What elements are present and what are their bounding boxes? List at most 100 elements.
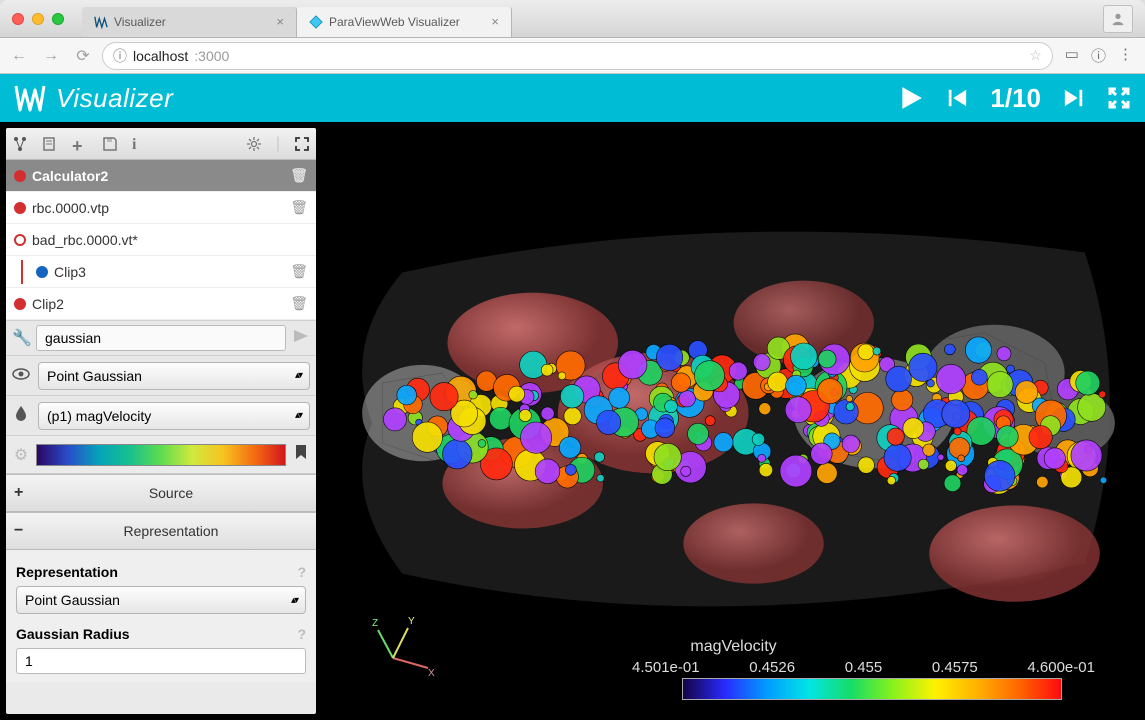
files-icon[interactable] [42, 136, 58, 152]
visibility-dot-icon[interactable] [36, 266, 48, 278]
main-area: + i | Calculator2 🗑 rbc.0000.vtp [0, 122, 1145, 720]
minimize-window-button[interactable] [32, 13, 44, 25]
help-icon[interactable]: ? [297, 564, 306, 580]
reload-button[interactable]: ⟳ [70, 43, 96, 69]
save-icon[interactable] [102, 136, 118, 152]
browser-tabs: Visualizer × ParaViewWeb Visualizer × [82, 7, 512, 37]
caret-icon: ▴▾ [295, 370, 301, 381]
star-icon[interactable]: ☆ [1029, 47, 1042, 64]
visibility-dot-icon[interactable] [14, 202, 26, 214]
pipeline-item-label: Clip3 [54, 264, 86, 280]
visibility-dot-icon[interactable] [14, 170, 26, 182]
url-bar[interactable]: ⓘ localhost :3000 ☆ [102, 42, 1053, 70]
colorbar [682, 678, 1062, 700]
play-icon [898, 85, 924, 111]
pipeline-item[interactable]: rbc.0000.vtp 🗑 [6, 192, 316, 224]
play-button[interactable] [898, 85, 924, 111]
pipeline-icon[interactable] [12, 136, 28, 152]
apply-icon[interactable] [292, 328, 310, 349]
skip-next-icon [1063, 87, 1085, 109]
trash-icon[interactable]: 🗑 [290, 295, 308, 312]
trash-icon[interactable]: 🗑 [290, 263, 308, 280]
visibility-dot-icon[interactable] [14, 234, 26, 246]
expand-toggle-icon: + [14, 484, 34, 502]
droplet-icon[interactable] [12, 405, 30, 426]
bookmark-icon[interactable] [292, 444, 310, 465]
select-value: (p1) magVelocity [47, 408, 151, 424]
account-button[interactable] [1103, 5, 1133, 33]
trash-icon[interactable]: 🗑 [290, 199, 308, 216]
wrench-icon: 🔧 [12, 328, 30, 348]
traffic-lights [12, 13, 64, 25]
view-mode-select[interactable]: Point Gaussian ▴▾ [38, 362, 310, 390]
settings-icon[interactable] [246, 136, 262, 152]
color-array-select[interactable]: (p1) magVelocity ▴▾ [38, 402, 310, 430]
url-port: :3000 [194, 48, 229, 64]
section-title: Representation [34, 523, 308, 539]
pipeline-item[interactable]: Calculator2 🗑 [6, 160, 316, 192]
select-value: Point Gaussian [25, 592, 120, 608]
tab-title: ParaViewWeb Visualizer [329, 15, 460, 29]
app-logo: Visualizer [14, 83, 173, 114]
pipeline-item-label: bad_rbc.0000.vt* [32, 232, 138, 248]
representation-select[interactable]: Point Gaussian ▴▾ [16, 586, 306, 614]
filter-row: 🔧 [6, 320, 316, 356]
maximize-window-button[interactable] [52, 13, 64, 25]
favicon-icon [94, 15, 108, 29]
colormap-bar[interactable] [36, 444, 286, 466]
info-icon[interactable]: i [132, 136, 148, 152]
back-button[interactable]: ← [6, 43, 32, 69]
caret-icon: ▴▾ [291, 595, 297, 606]
frame-counter: 1/10 [990, 83, 1041, 114]
svg-text:X: X [428, 668, 435, 678]
tab-title: Visualizer [114, 15, 166, 29]
section-header-representation[interactable]: − Representation [6, 512, 316, 550]
browser-tab-1[interactable]: Visualizer × [82, 7, 297, 37]
tree-connector-icon [14, 260, 30, 284]
forward-button[interactable]: → [38, 43, 64, 69]
pipeline-item[interactable]: bad_rbc.0000.vt* [6, 224, 316, 256]
expand-icon[interactable] [294, 136, 310, 152]
filter-input[interactable] [36, 325, 286, 351]
pipeline-item[interactable]: Clip2 🗑 [6, 288, 316, 320]
app-header: Visualizer 1/10 [0, 74, 1145, 122]
prop-label-representation: Representation ? [16, 564, 306, 580]
add-icon[interactable]: + [72, 136, 88, 152]
help-icon[interactable]: ? [297, 626, 306, 642]
section-header-source[interactable]: + Source [6, 474, 316, 512]
colorbar-ticks: 4.501e-01 0.4526 0.455 0.4575 4.600e-01 [642, 659, 1095, 676]
cast-icon[interactable]: ▭ [1065, 45, 1079, 66]
user-icon [1111, 12, 1125, 26]
info-icon[interactable]: ⓘ [1091, 45, 1106, 66]
trash-icon[interactable]: 🗑 [290, 167, 308, 184]
menu-icon[interactable]: ⋮ [1118, 45, 1133, 66]
eye-icon[interactable] [12, 367, 30, 385]
pipeline-item[interactable]: Clip3 🗑 [6, 256, 316, 288]
viewport-3d[interactable]: X Z Y magVelocity 4.501e-01 0.4526 0.455… [322, 122, 1145, 720]
gaussian-radius-input[interactable] [16, 648, 306, 674]
axis-widget[interactable]: X Z Y [368, 608, 438, 678]
collapse-toggle-icon: − [14, 522, 34, 540]
prev-frame-button[interactable] [946, 87, 968, 109]
colorbar-title: magVelocity [690, 638, 776, 656]
sidebar-toolbar: + i | [6, 128, 316, 160]
visibility-dot-icon[interactable] [14, 298, 26, 310]
gear-icon[interactable]: ⚙ [12, 445, 30, 465]
close-tab-icon[interactable]: × [276, 14, 284, 29]
fullscreen-icon [1107, 86, 1131, 110]
url-host: localhost [133, 48, 188, 64]
info-icon: ⓘ [113, 46, 127, 66]
caret-icon: ▴▾ [295, 410, 301, 421]
fullscreen-button[interactable] [1107, 86, 1131, 110]
close-window-button[interactable] [12, 13, 24, 25]
favicon-icon [309, 15, 323, 29]
select-value: Point Gaussian [47, 368, 142, 384]
prop-label-gaussian-radius: Gaussian Radius ? [16, 626, 306, 642]
close-tab-icon[interactable]: × [491, 14, 499, 29]
pipeline-item-label: rbc.0000.vtp [32, 200, 109, 216]
window-title-bar: Visualizer × ParaViewWeb Visualizer × [0, 0, 1145, 38]
colormap-row: ⚙ [6, 436, 316, 474]
next-frame-button[interactable] [1063, 87, 1085, 109]
browser-tab-2[interactable]: ParaViewWeb Visualizer × [297, 7, 512, 37]
skip-previous-icon [946, 87, 968, 109]
